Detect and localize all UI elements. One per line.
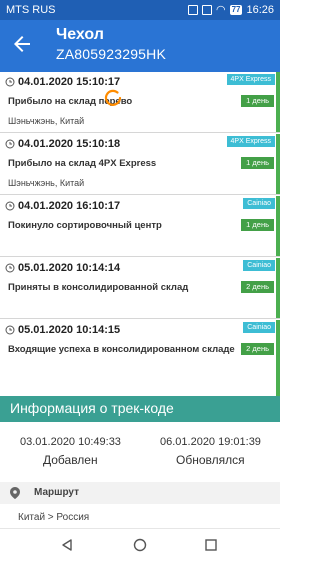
info-section-title: Информация о трек-коде [10, 400, 174, 416]
status-bar: MTS RUS ◠ 77 16:26 [0, 0, 280, 20]
event-edge-marker [276, 320, 280, 396]
carrier-badge: 4PX Express [226, 74, 275, 85]
event-date: 04.01.2020 15:10:18 [18, 138, 121, 150]
notification-icon [187, 4, 198, 15]
tracking-event: 04.01.2020 16:10:17 Покинуло сортировочн… [0, 196, 280, 257]
clock-icon [5, 77, 15, 87]
event-status: Покинуло сортировочный центр [8, 220, 162, 231]
event-date: 05.01.2020 10:14:14 [18, 262, 121, 274]
updated-label: Обновлялся [176, 453, 245, 467]
back-arrow-icon[interactable] [10, 32, 34, 56]
event-location: Шэньчжэнь, Китай [8, 178, 85, 188]
added-date: 03.01.2020 10:49:33 [20, 436, 121, 448]
event-edge-marker [276, 196, 280, 256]
tracking-event: 04.01.2020 15:10:18 Прибыло на склад 4PX… [0, 134, 280, 195]
tracking-event: 04.01.2020 15:10:17 Прибыло на склад пер… [0, 72, 280, 133]
nav-home-icon[interactable] [133, 538, 147, 552]
event-status: Приняты в консолидированной склад [8, 282, 189, 293]
nav-recent-icon[interactable] [204, 538, 218, 552]
event-status: Прибыло на склад 4PX Express [8, 158, 157, 169]
event-date: 05.01.2020 10:14:15 [18, 324, 121, 336]
carrier-badge: Cainiao [243, 198, 275, 209]
carrier-name: MTS RUS [6, 4, 56, 16]
event-edge-marker [276, 72, 280, 132]
clock-icon [5, 263, 15, 273]
event-edge-marker [276, 134, 280, 194]
tracking-event: 05.01.2020 10:14:14 Приняты в консолидир… [0, 258, 280, 319]
route-label: Маршрут [34, 487, 80, 498]
battery-icon: 77 [229, 4, 243, 15]
event-date: 04.01.2020 15:10:17 [18, 76, 121, 88]
loading-spinner [104, 89, 122, 106]
event-date: 04.01.2020 16:10:17 [18, 200, 121, 212]
clock-time: 16:26 [246, 3, 274, 16]
nav-back-icon[interactable] [60, 538, 74, 552]
status-icons: ◠ 77 16:26 [187, 3, 274, 16]
days-badge: 1 день [241, 219, 274, 231]
days-badge: 1 день [241, 95, 274, 107]
carrier-badge: 4PX Express [226, 136, 275, 147]
location-pin-icon [10, 487, 20, 499]
event-location: Шэньчжэнь, Китай [8, 116, 85, 126]
days-badge: 1 день [241, 157, 274, 169]
app-bar: Чехол ZA805923295HK [0, 20, 280, 72]
tracking-number: ZA805923295HK [56, 46, 167, 62]
clock-icon [5, 325, 15, 335]
event-edge-marker [276, 258, 280, 318]
signal-icon [201, 4, 212, 15]
days-badge: 2 день [241, 343, 274, 355]
route-value: Китай > Россия [18, 512, 90, 523]
route-row: Маршрут [0, 482, 280, 504]
system-navigation-bar [0, 528, 280, 561]
page-title: Чехол [56, 26, 104, 43]
carrier-badge: Cainiao [243, 260, 275, 271]
tracking-event: 05.01.2020 10:14:15 Входящие успеха в ко… [0, 320, 280, 397]
info-section-header: Информация о трек-коде [0, 396, 280, 422]
clock-icon [5, 139, 15, 149]
added-label: Добавлен [43, 453, 98, 467]
carrier-badge: Cainiao [243, 322, 275, 333]
clock-icon [5, 201, 15, 211]
event-status: Входящие успеха в консолидированном скла… [8, 344, 235, 355]
wifi-icon: ◠ [215, 4, 226, 16]
updated-date: 06.01.2020 19:01:39 [160, 436, 261, 448]
days-badge: 2 день [241, 281, 274, 293]
